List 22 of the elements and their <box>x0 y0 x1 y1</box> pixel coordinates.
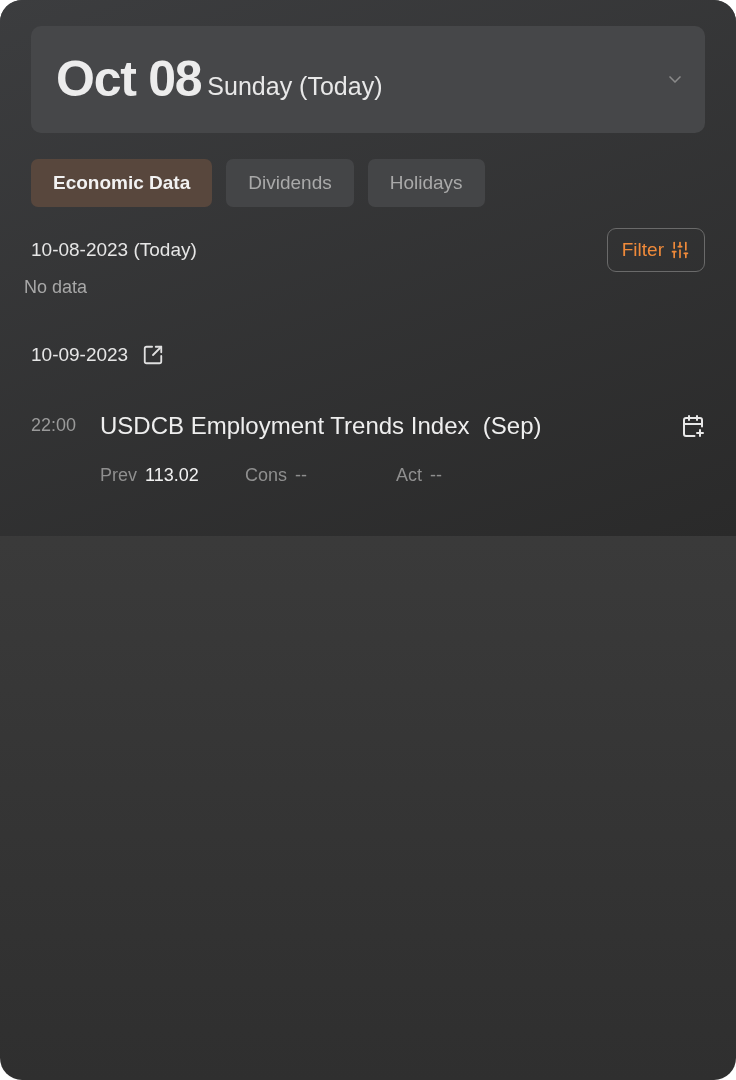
event-time: 22:00 <box>31 414 78 437</box>
date-heading: 10-09-2023 <box>31 343 129 367</box>
tab[interactable]: Holidays <box>367 159 485 207</box>
empty-message: No data <box>24 276 89 299</box>
tab[interactable]: Dividends <box>226 159 354 207</box>
stat-label: Prev <box>100 463 137 487</box>
chevron-down-icon <box>669 76 681 83</box>
event-title: USDCB Employment Trends Index (Sep) <box>100 410 542 441</box>
share-icon[interactable] <box>142 344 165 367</box>
stat-value: -- <box>430 463 442 487</box>
stat-label: Act <box>396 463 422 487</box>
date-selector[interactable]: Oct 08 Sunday (Today) <box>31 26 705 133</box>
stat-value: -- <box>295 463 308 487</box>
date-heading: 10-08-2023 (Today) <box>31 237 197 262</box>
weekday-label: Sunday (Today) <box>207 70 383 102</box>
calendar-add-icon[interactable] <box>681 413 705 438</box>
stat-label: Cons <box>245 463 288 487</box>
stat-value: 113.02 <box>145 463 199 487</box>
tab[interactable]: Economic Data <box>31 159 213 207</box>
filter-button[interactable]: Filter <box>606 228 705 272</box>
date-title: Oct 08 <box>56 50 202 109</box>
sliders-icon <box>670 240 690 260</box>
